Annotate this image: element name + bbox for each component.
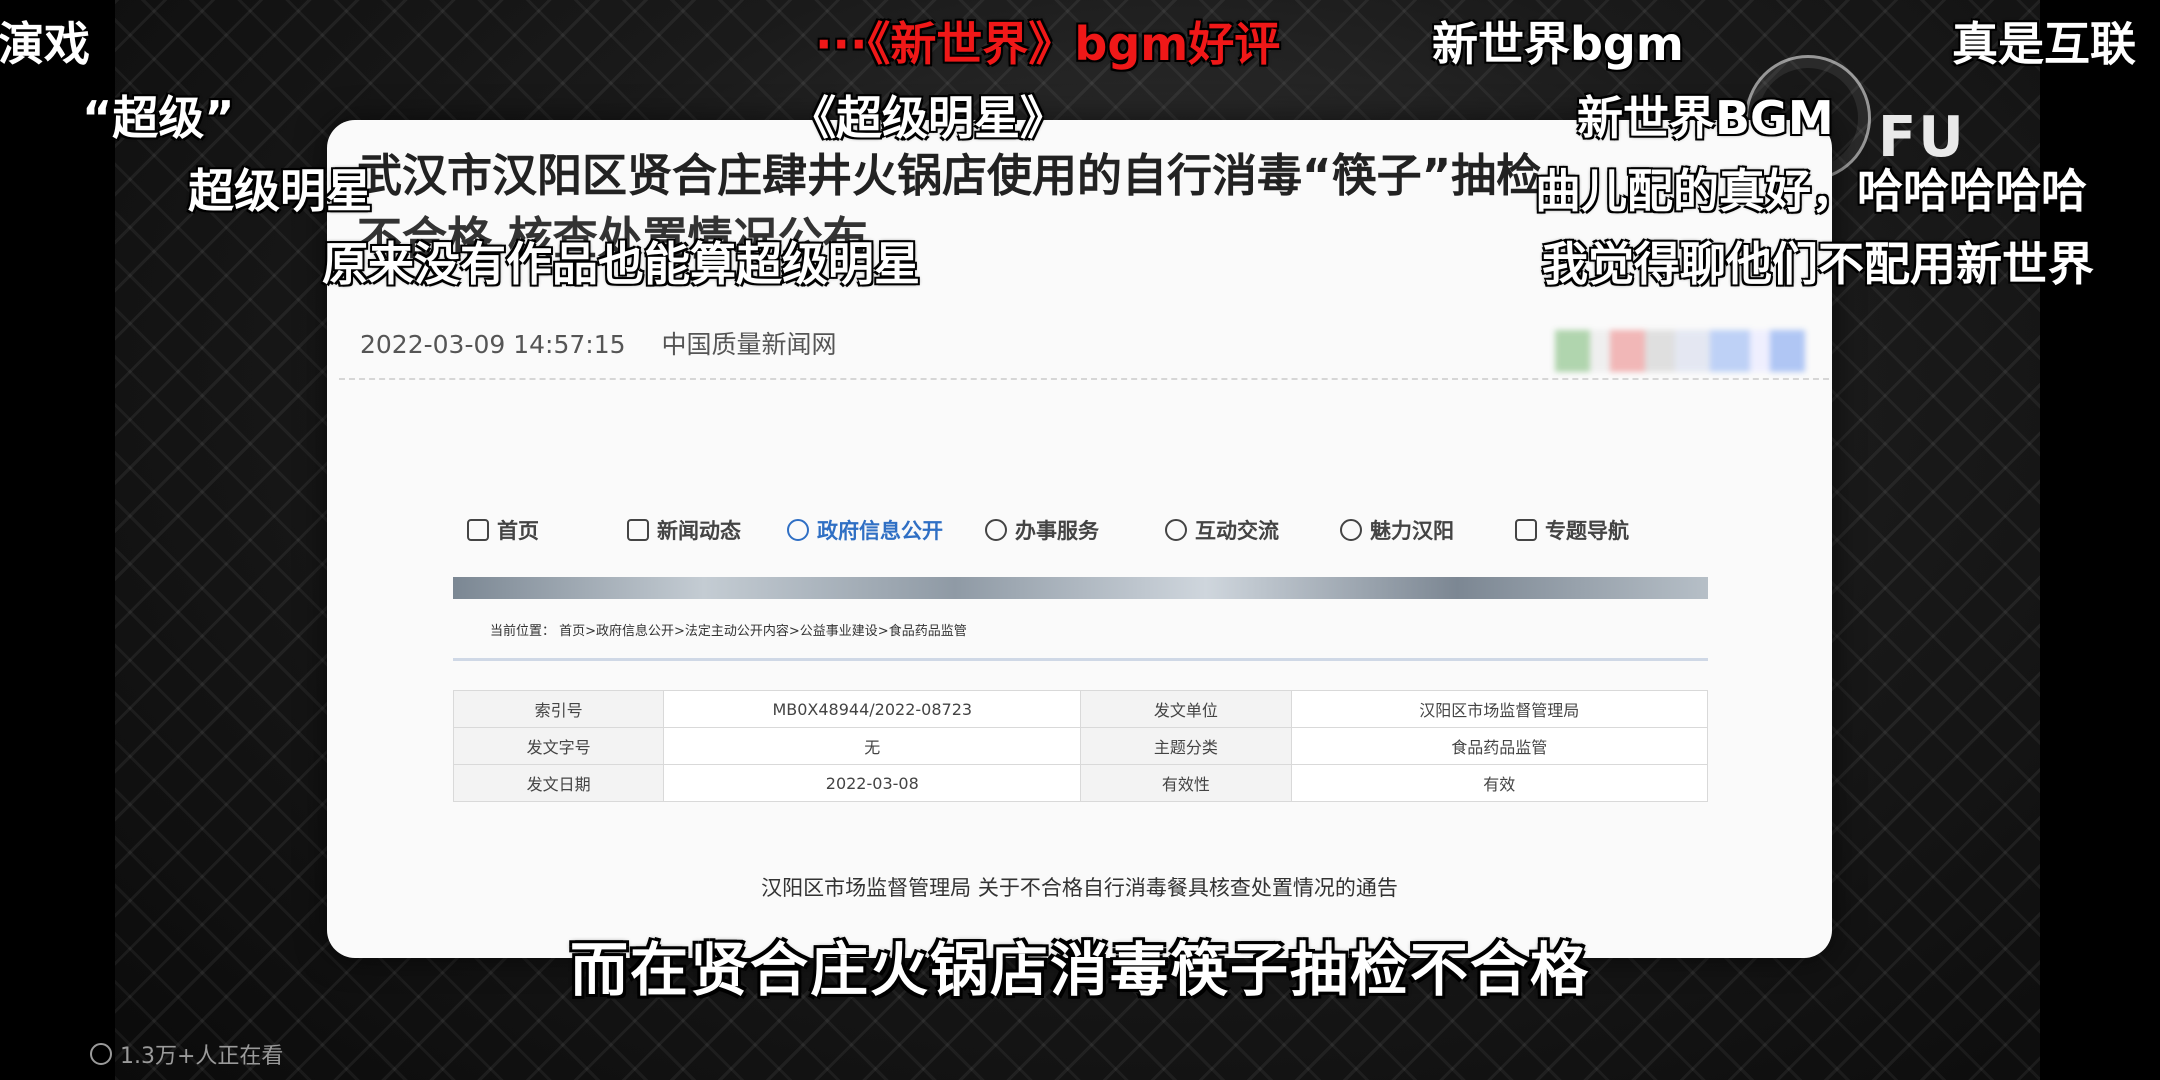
notice-title: 汉阳区市场监督管理局 关于不合格自行消毒餐具核查处置情况的通告: [761, 876, 1398, 900]
home-icon: [467, 519, 489, 541]
nav-item-service: 办事服务: [985, 515, 1099, 545]
danmaku-comment: 真是互联: [1952, 17, 2136, 71]
site-banner: [453, 577, 1708, 599]
user-icon: [787, 519, 809, 541]
grid-icon: [1515, 519, 1537, 541]
danmaku-comment: ···《新世界》bgm好评: [815, 17, 1281, 71]
nav-item-hanyang: 魅力汉阳: [1340, 515, 1454, 545]
nav-item-topics: 专题导航: [1515, 515, 1629, 545]
article-date: 2022-03-09 14:57:15: [360, 330, 626, 359]
gov-site-nav: 首页 新闻动态 政府信息公开 办事服务 互动交流 魅力汉阳 专题导航: [437, 515, 1832, 565]
table-row: 索引号 MB0X48944/2022-08723 发文单位 汉阳区市场监督管理局: [452, 690, 1709, 728]
news-icon: [627, 519, 649, 541]
danmaku-comment: 《超级明星》: [790, 91, 1066, 145]
viewers-icon: [90, 1043, 112, 1065]
blurred-share-icons: [1555, 330, 1805, 372]
location-icon: [1340, 519, 1362, 541]
viewer-count-text: 1.3万+人正在看: [120, 1044, 284, 1069]
danmaku-comment: “超级”: [82, 91, 235, 145]
document-info-table: 索引号 MB0X48944/2022-08723 发文单位 汉阳区市场监督管理局…: [452, 690, 1709, 802]
table-row: 发文日期 2022-03-08 有效性 有效: [452, 764, 1709, 802]
nav-item-interact: 互动交流: [1165, 515, 1279, 545]
chat-icon: [1165, 519, 1187, 541]
viewer-count: 1.3万+人正在看: [90, 1038, 283, 1070]
nav-item-gov-info: 政府信息公开: [787, 515, 943, 545]
danmaku-comment: 曲儿配的真好，哈哈哈哈哈: [1535, 164, 2087, 218]
danmaku-comment: 新世界BGM: [1577, 91, 1834, 145]
breadcrumb-divider: [453, 658, 1708, 661]
danmaku-comment: 原来没有作品也能算超级明星: [322, 237, 920, 291]
danmaku-comment: 新世界bgm: [1432, 17, 1684, 71]
article-source: 中国质量新闻网: [661, 330, 837, 359]
nav-item-home: 首页: [467, 515, 539, 545]
table-row: 发文字号 无 主题分类 食品药品监管: [452, 727, 1709, 765]
letterbox-left: [0, 0, 115, 1080]
article-meta: 2022-03-09 14:57:15 中国质量新闻网: [360, 325, 864, 361]
video-subtitle: 而在贤合庄火锅店消毒筷子抽检不合格: [569, 936, 1590, 1004]
breadcrumb: 当前位置： 首页>政府信息公开>法定主动公开内容>公益事业建设>食品药品监管: [490, 624, 967, 639]
danmaku-comment: 演戏: [0, 17, 90, 71]
service-icon: [985, 519, 1007, 541]
nav-item-news: 新闻动态: [627, 515, 741, 545]
dashed-divider: [339, 378, 1829, 380]
danmaku-comment: 我觉得聊他们不配用新世界: [1542, 237, 2094, 291]
danmaku-comment: 超级明星: [188, 164, 372, 218]
